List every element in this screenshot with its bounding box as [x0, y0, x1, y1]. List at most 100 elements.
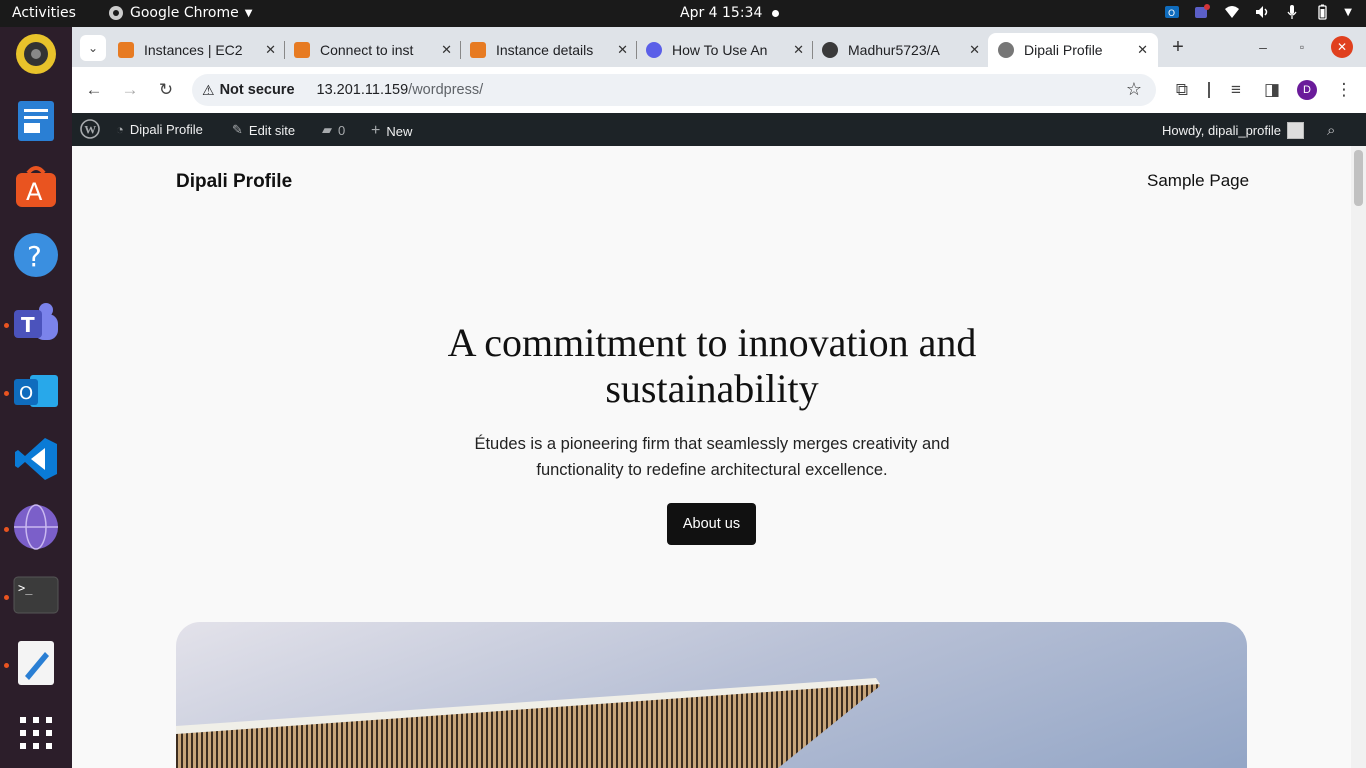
tab-how-to[interactable]: How To Use An ✕ [646, 33, 814, 67]
dashboard-icon: ◔ [116, 122, 124, 137]
svg-text:W: W [84, 123, 96, 137]
minimize-icon: – [1259, 39, 1267, 55]
software-center-icon: A [16, 166, 56, 207]
close-icon[interactable]: ✕ [969, 42, 980, 58]
arrow-right-icon: → [121, 80, 139, 99]
scrollbar-thumb[interactable] [1354, 150, 1363, 206]
close-icon[interactable]: ✕ [793, 42, 804, 58]
system-tray[interactable]: O ▼ [1164, 4, 1352, 20]
tab-instances[interactable]: Instances | EC2 ✕ [118, 33, 286, 67]
globe-icon [998, 42, 1014, 58]
activities-button[interactable]: Activities [12, 5, 76, 21]
tab-strip: ⌄ Instances | EC2 ✕ Connect to inst ✕ In… [72, 27, 1366, 67]
toolbar-divider [1208, 82, 1210, 98]
aws-icon [294, 42, 310, 58]
media-button[interactable]: ≡ [1225, 79, 1247, 101]
dock-item-help[interactable]: ? [12, 231, 60, 279]
page-scrollbar[interactable] [1351, 146, 1366, 768]
vscode-icon [15, 438, 57, 480]
dock-item-show-apps[interactable] [12, 709, 60, 757]
extensions-button[interactable]: ⧉ [1171, 79, 1193, 101]
speaker-icon [16, 34, 56, 74]
dock-item-outlook[interactable]: O [12, 367, 60, 415]
reload-button[interactable]: ↻ [155, 79, 177, 101]
wordpress-logo-button[interactable]: W [80, 119, 100, 139]
digitalocean-icon [646, 42, 662, 58]
battery-icon[interactable] [1314, 4, 1330, 20]
tab-dipali-profile[interactable]: Dipali Profile ✕ [988, 33, 1158, 67]
tab-separator [284, 41, 285, 59]
forward-button[interactable]: → [119, 79, 141, 101]
security-indicator[interactable]: ⚠ Not secure [202, 82, 295, 99]
notification-dot [772, 10, 779, 17]
dock-item-teams[interactable]: T [12, 299, 60, 347]
chevron-down-icon: ▼ [244, 7, 253, 19]
url-path: /wordpress/ [408, 82, 484, 98]
my-account-link[interactable]: Howdy, dipali_profile [1162, 122, 1304, 139]
new-content-link[interactable]: + New [371, 122, 412, 140]
about-us-button[interactable]: About us [667, 503, 756, 545]
minimize-button[interactable]: – [1252, 36, 1274, 58]
dock-item-writer[interactable] [12, 97, 60, 145]
comments-link[interactable]: ▰ 0 [322, 122, 345, 138]
maximize-button[interactable]: ▫ [1291, 36, 1313, 58]
search-icon: ⌕ [1327, 122, 1336, 139]
app-menu[interactable]: Google Chrome ▼ [108, 5, 252, 21]
tab-connect[interactable]: Connect to inst ✕ [294, 33, 462, 67]
globe-icon [14, 504, 58, 550]
edit-site-link[interactable]: ✎ Edit site [232, 122, 295, 138]
admin-site-name[interactable]: ◔ Dipali Profile [116, 122, 203, 137]
close-icon[interactable]: ✕ [617, 42, 628, 58]
admin-search-button[interactable]: ⌕ [1327, 122, 1335, 139]
svg-text:>_: >_ [18, 581, 33, 595]
admin-site-name-label: Dipali Profile [129, 122, 203, 137]
chevron-down-icon: ⌄ [87, 41, 99, 55]
address-bar[interactable]: ⚠ Not secure 13.201.11.159/wordpress/ ☆ [192, 74, 1156, 106]
teams-icon: T [14, 303, 58, 340]
close-icon[interactable]: ✕ [1137, 42, 1148, 58]
star-icon[interactable]: ☆ [1126, 79, 1142, 100]
microphone-icon[interactable] [1284, 4, 1300, 20]
tab-label: Instances | EC2 [144, 42, 243, 58]
outlook-tray-icon[interactable]: O [1164, 4, 1180, 20]
close-icon[interactable]: ✕ [265, 42, 276, 58]
tab-instance-details[interactable]: Instance details ✕ [470, 33, 638, 67]
wp-admin-bar: W ◔ Dipali Profile ✎ Edit site ▰ 0 + New… [72, 113, 1366, 146]
kebab-menu-icon: ⋮ [1335, 80, 1353, 99]
volume-icon[interactable] [1254, 4, 1270, 20]
chevron-down-icon[interactable]: ▼ [1344, 7, 1352, 18]
new-tab-button[interactable]: + [1167, 36, 1189, 58]
chrome-menu-button[interactable]: ⋮ [1333, 79, 1355, 101]
svg-text:O: O [1168, 9, 1175, 19]
dock-item-text-editor[interactable] [12, 639, 60, 687]
terminal-icon: >_ [13, 576, 59, 614]
clock[interactable]: Apr 4 15:34 [680, 5, 762, 21]
howdy-label: Howdy, dipali_profile [1162, 123, 1281, 138]
outlook-icon: O [14, 375, 58, 407]
close-icon[interactable]: ✕ [441, 42, 452, 58]
wifi-icon[interactable] [1224, 4, 1240, 20]
tab-github[interactable]: Madhur5723/A ✕ [822, 33, 990, 67]
close-window-button[interactable]: ✕ [1331, 36, 1353, 58]
dock-item-rhythmbox[interactable] [12, 30, 60, 78]
nav-link-sample-page[interactable]: Sample Page [1147, 171, 1249, 191]
dock-item-terminal[interactable]: >_ [12, 571, 60, 619]
tab-search-button[interactable]: ⌄ [80, 35, 106, 61]
side-panel-button[interactable]: ◨ [1261, 79, 1283, 101]
dock: A ? T O >_ [0, 27, 72, 768]
profile-avatar[interactable]: D [1297, 80, 1317, 100]
teams-tray-icon[interactable] [1194, 4, 1211, 20]
aws-icon [470, 42, 486, 58]
browser-toolbar: ← → ↻ ⚠ Not secure 13.201.11.159/wordpre… [72, 67, 1366, 113]
hero-title: A commitment to innovation and sustainab… [447, 320, 977, 411]
dock-item-software[interactable]: A [12, 163, 60, 211]
app-grid-icon [20, 717, 52, 749]
back-button[interactable]: ← [83, 79, 105, 101]
dock-item-browser[interactable] [12, 503, 60, 551]
dock-item-vscode[interactable] [12, 435, 60, 483]
plus-icon: + [1172, 35, 1184, 58]
svg-text:O: O [19, 383, 33, 404]
plus-icon: + [371, 122, 381, 139]
tab-label: Instance details [496, 42, 594, 58]
site-title[interactable]: Dipali Profile [176, 171, 292, 193]
